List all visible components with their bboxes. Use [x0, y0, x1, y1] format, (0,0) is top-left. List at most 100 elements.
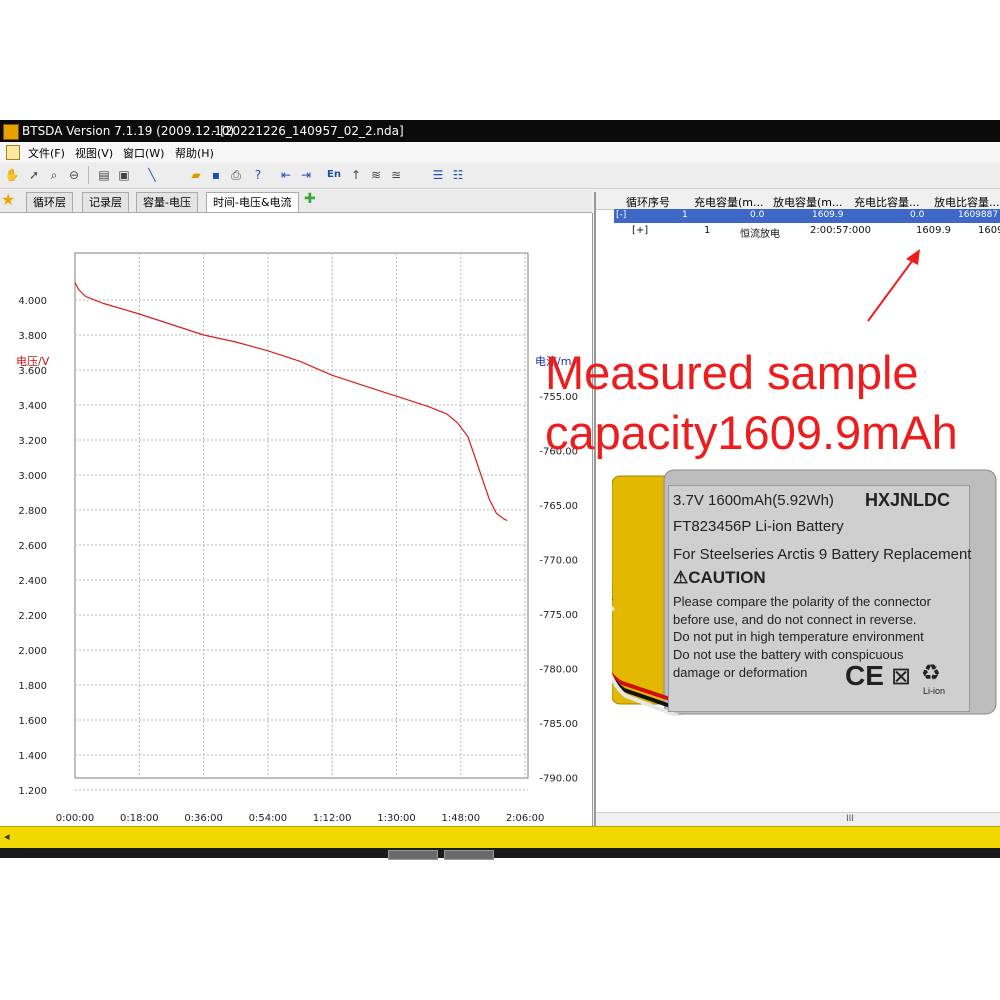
cell-discharge-specific: 1609887 [958, 210, 999, 220]
horizontal-scrollbar[interactable]: III [596, 812, 1000, 827]
help-icon[interactable]: ? [250, 167, 266, 183]
open-folder-icon[interactable]: ▰ [188, 167, 204, 183]
col-header-cycle[interactable]: 循环序号 [626, 194, 670, 210]
star-icon[interactable]: ★ [1, 190, 15, 209]
taskbar-button[interactable] [444, 850, 494, 860]
y-tick-label: 1.400 [18, 751, 47, 762]
grid-header: 循环序号 充电容量(m... 放电容量(m... 充电比容量... 放电比容量.… [596, 192, 1000, 210]
caution-line-2: before use, and do not connect in revers… [673, 612, 917, 627]
y-tick-label: 3.400 [18, 401, 47, 412]
document-icon [6, 145, 20, 160]
weee-bin-icon: ⊠ [891, 663, 912, 690]
menu-file[interactable]: 文件(F) [28, 145, 65, 161]
x-tick-label: 1:48:00 [442, 813, 481, 824]
y2-tick-label: -785.00 [539, 719, 578, 730]
list-view-icon[interactable]: ☰ [430, 167, 446, 183]
forward-icon[interactable]: ⇥ [298, 167, 314, 183]
caution-line-3: Do not put in high temperature environme… [673, 629, 924, 644]
col-header-discharge-specific[interactable]: 放电比容量... [934, 194, 1000, 210]
up-arrow-icon[interactable]: ↑ [348, 167, 364, 183]
title-bar: BTSDA Version 7.1.19 (2009.12.10) - [202… [0, 120, 1000, 142]
settings-icon[interactable]: ▤ [96, 167, 112, 183]
arrow-shaft [867, 252, 919, 322]
language-button[interactable]: En [324, 167, 344, 183]
scroll-thumb-grip[interactable]: III [846, 814, 854, 824]
y-tick-label: 2.600 [18, 541, 47, 552]
tab-time-voltage-current[interactable]: 时间-电压&电流 [206, 192, 299, 212]
x-tick-label: 1:30:00 [377, 813, 416, 824]
scroll-left-icon[interactable]: ◂ [4, 830, 10, 843]
toolbar: ✋ ➚ ⌕ ⊖ ▤ ▣ ╲ ▰ ▪ ⎙ ? ⇤ ⇥ En ↑ ≋ ≊ ☰ ☷ [0, 162, 1000, 189]
cell-step-type: 恒流放电 [740, 229, 780, 240]
tab-strip: ★ 循环层 记录层 容量-电压 时间-电压&电流 ✚ [0, 190, 592, 213]
window-title: BTSDA Version 7.1.19 (2009.12.10) [22, 124, 235, 138]
y2-tick-label: -765.00 [539, 501, 578, 512]
cell-step-time: 2:00:57:000 [810, 225, 872, 236]
y-tick-label: 3.200 [18, 436, 47, 447]
hand-icon[interactable]: ✋ [4, 167, 20, 183]
x-tick-label: 2:06:00 [506, 813, 545, 824]
col-header-charge-capacity[interactable]: 充电容量(m... [694, 194, 764, 210]
table-row[interactable]: [+] 1 恒流放电 2:00:57:000 1609.9 1609 [596, 224, 1000, 240]
cell-step-extra: 1609 [978, 225, 1000, 236]
cell-step-capacity: 1609.9 [916, 225, 951, 236]
y-tick-label: 1.800 [18, 681, 47, 692]
save-icon[interactable]: ▪ [208, 167, 224, 183]
expand-toggle[interactable]: [+] [632, 225, 648, 236]
menu-window[interactable]: 窗口(W) [123, 145, 164, 161]
y-tick-label: 2.000 [18, 646, 47, 657]
filter-icon[interactable]: ≋ [368, 167, 384, 183]
x-tick-label: 0:00:00 [56, 813, 95, 824]
zoom-region-icon[interactable]: ⌕ [46, 167, 62, 183]
y-tick-label: 4.000 [18, 296, 47, 307]
plot-area [74, 252, 529, 779]
zoom-out-icon[interactable]: ⊖ [66, 167, 82, 183]
y-tick-label: 2.200 [18, 611, 47, 622]
taskbar-button[interactable] [388, 850, 438, 860]
annotation-line-2: capacity1609.9mAh [545, 406, 958, 459]
add-tab-icon[interactable]: ✚ [304, 191, 316, 207]
menu-view[interactable]: 视图(V) [75, 145, 113, 161]
caution-heading: ⚠CAUTION [673, 568, 766, 588]
tab-cycle-layer[interactable]: 循环层 [26, 192, 73, 212]
menu-help[interactable]: 帮助(H) [175, 145, 214, 161]
y2-tick-label: -775.00 [539, 610, 578, 621]
y-tick-label: 1.200 [18, 786, 47, 797]
tree-view-icon[interactable]: ☷ [450, 167, 466, 183]
caution-line-5: damage or deformation [673, 665, 808, 680]
back-icon[interactable]: ⇤ [278, 167, 294, 183]
window-file-name: - [20221226_140957_02_2.nda] [212, 124, 404, 138]
voltage-current-chart: 0:00:00 0:18:00 0:36:00 0:54:00 1:12:00 1:30:… [16, 252, 579, 824]
collapse-toggle[interactable]: [-] [616, 210, 626, 220]
toolbar-separator [88, 166, 89, 184]
print-icon[interactable]: ⎙ [228, 167, 244, 183]
line-tool-icon[interactable]: ╲ [144, 167, 160, 183]
y2-tick-label: -770.00 [539, 556, 578, 567]
table-row-selected[interactable]: [-] 1 0.0 1609.9 0.0 1609887 [614, 209, 1000, 223]
y-tick-label: 2.800 [18, 506, 47, 517]
warning-triangle-icon: ⚠ [673, 568, 689, 587]
y-tick-label: 3.000 [18, 471, 47, 482]
tab-record-layer[interactable]: 记录层 [82, 192, 129, 212]
x-tick-label: 1:12:00 [313, 813, 352, 824]
battery-spec: 3.7V 1600mAh(5.92Wh) [673, 492, 834, 509]
battery-model: FT823456P Li-ion Battery [673, 518, 844, 535]
cell-charge-capacity: 0.0 [750, 210, 765, 220]
battery-brand: HXJNLDC [865, 490, 951, 510]
x-tick-label: 0:54:00 [249, 813, 288, 824]
y-tick-label: 2.400 [18, 576, 47, 587]
arrow-head [906, 249, 920, 265]
caution-text: CAUTION [688, 568, 766, 587]
menu-bar: 文件(F) 视图(V) 窗口(W) 帮助(H) [0, 142, 1000, 162]
y2-tick-label: -780.00 [539, 665, 578, 676]
col-header-discharge-capacity[interactable]: 放电容量(m... [773, 194, 843, 210]
battery-label: 3.7V 1600mAh(5.92Wh) HXJNLDC FT823456P L… [668, 485, 971, 712]
taskbar [0, 848, 1000, 860]
filter-alt-icon[interactable]: ≊ [388, 167, 404, 183]
window-icon[interactable]: ▣ [116, 167, 132, 183]
pointer-icon[interactable]: ➚ [26, 167, 42, 183]
x-tick-label: 0:36:00 [184, 813, 223, 824]
col-header-charge-specific[interactable]: 充电比容量... [854, 194, 920, 210]
tab-capacity-voltage[interactable]: 容量-电压 [136, 192, 198, 212]
y2-tick-label: -790.00 [539, 774, 578, 785]
